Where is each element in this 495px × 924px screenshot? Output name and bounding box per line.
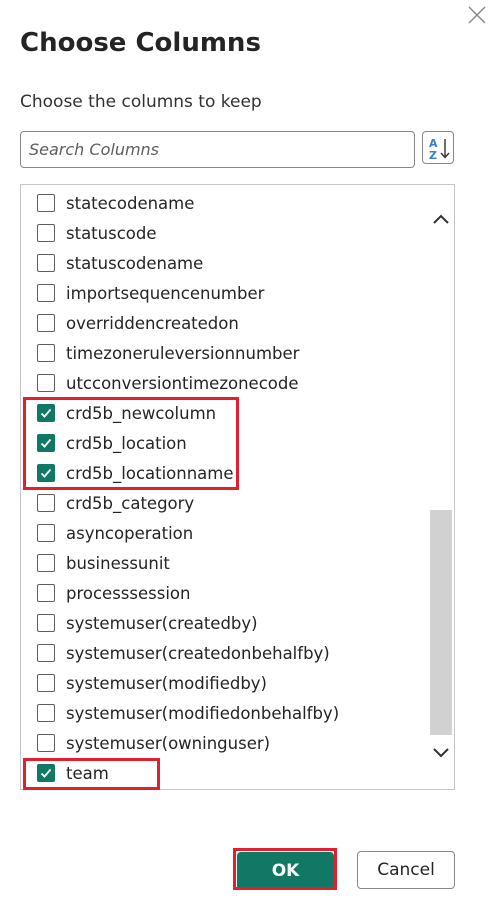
column-checkbox[interactable] <box>37 284 55 302</box>
checkmark-icon <box>40 438 52 448</box>
ok-button[interactable]: OK <box>237 852 334 890</box>
column-checkbox[interactable] <box>37 344 55 362</box>
checkmark-icon <box>40 408 52 418</box>
column-label: systemuser(createdonbehalfby) <box>66 643 330 663</box>
column-label: processsession <box>66 583 191 603</box>
column-checkbox[interactable] <box>37 764 55 782</box>
svg-text:Z: Z <box>429 149 437 162</box>
column-list-item[interactable]: crd5b_newcolumn <box>21 398 426 428</box>
column-label: statuscode <box>66 223 157 243</box>
column-list-item[interactable]: crd5b_location <box>21 428 426 458</box>
column-checkbox[interactable] <box>37 374 55 392</box>
dialog-subtitle: Choose the columns to keep <box>20 92 262 112</box>
column-list-item[interactable]: asyncoperation <box>21 518 426 548</box>
column-list-item[interactable]: crd5b_locationname <box>21 458 426 488</box>
column-list-item[interactable]: team <box>21 758 426 788</box>
column-checkbox[interactable] <box>37 704 55 722</box>
column-checkbox[interactable] <box>37 254 55 272</box>
column-checkbox[interactable] <box>37 614 55 632</box>
column-list-item[interactable]: timezoneruleversionnumber <box>21 338 426 368</box>
column-checkbox[interactable] <box>37 314 55 332</box>
scroll-up-button[interactable] <box>427 205 454 233</box>
column-label: statecodename <box>66 193 195 213</box>
scroll-thumb[interactable] <box>430 510 452 735</box>
column-checkbox[interactable] <box>37 584 55 602</box>
column-checkbox[interactable] <box>37 644 55 662</box>
column-checkbox[interactable] <box>37 434 55 452</box>
column-list-item[interactable]: statuscode <box>21 218 426 248</box>
close-button[interactable] <box>466 4 488 26</box>
column-checkbox[interactable] <box>37 524 55 542</box>
column-list-item[interactable]: systemuser(createdby) <box>21 608 426 638</box>
column-checkbox[interactable] <box>37 674 55 692</box>
column-label: asyncoperation <box>66 523 194 543</box>
columns-list: statecodename statuscode statuscodename imp… <box>21 188 426 788</box>
close-icon <box>468 6 486 24</box>
column-checkbox[interactable] <box>37 494 55 512</box>
list-scrollbar[interactable] <box>427 185 454 789</box>
column-label: systemuser(modifiedby) <box>66 673 267 693</box>
column-list-item[interactable]: statuscodename <box>21 248 426 278</box>
column-list-item[interactable]: processsession <box>21 578 426 608</box>
checkmark-icon <box>40 468 52 478</box>
column-label: systemuser(modifiedonbehalfby) <box>66 703 340 723</box>
column-label: crd5b_location <box>66 433 187 453</box>
column-label: overriddencreatedon <box>66 313 239 333</box>
column-list-item[interactable]: systemuser(owninguser) <box>21 728 426 758</box>
sort-button[interactable]: A Z <box>422 131 454 164</box>
column-label: statuscodename <box>66 253 204 273</box>
chevron-up-icon <box>433 214 449 224</box>
cancel-button[interactable]: Cancel <box>357 851 455 889</box>
sort-az-icon: A Z <box>429 137 450 162</box>
column-label: crd5b_locationname <box>66 463 234 483</box>
column-label: systemuser(createdby) <box>66 613 258 633</box>
column-label: importsequencenumber <box>66 283 265 303</box>
column-list-item[interactable]: systemuser(createdonbehalfby) <box>21 638 426 668</box>
scroll-down-button[interactable] <box>427 739 454 767</box>
column-label: timezoneruleversionnumber <box>66 343 300 363</box>
column-checkbox[interactable] <box>37 404 55 422</box>
column-list-item[interactable]: importsequencenumber <box>21 278 426 308</box>
column-checkbox[interactable] <box>37 554 55 572</box>
column-label: systemuser(owninguser) <box>66 733 271 753</box>
column-list-item[interactable]: systemuser(modifiedonbehalfby) <box>21 698 426 728</box>
column-list-item[interactable]: statecodename <box>21 188 426 218</box>
search-columns-input[interactable] <box>20 131 415 168</box>
column-list-item[interactable]: utcconversiontimezonecode <box>21 368 426 398</box>
column-label: team <box>66 763 109 783</box>
checkmark-icon <box>40 768 52 778</box>
column-list-item[interactable]: systemuser(modifiedby) <box>21 668 426 698</box>
column-checkbox[interactable] <box>37 734 55 752</box>
column-label: utcconversiontimezonecode <box>66 373 299 393</box>
column-checkbox[interactable] <box>37 224 55 242</box>
column-list-item[interactable]: crd5b_category <box>21 488 426 518</box>
column-list-item[interactable]: overriddencreatedon <box>21 308 426 338</box>
column-label: crd5b_category <box>66 493 195 513</box>
column-label: crd5b_newcolumn <box>66 403 217 423</box>
columns-list-box[interactable]: statecodename statuscode statuscodename imp… <box>20 184 455 790</box>
column-checkbox[interactable] <box>37 194 55 212</box>
column-label: businessunit <box>66 553 170 573</box>
chevron-down-icon <box>433 748 449 758</box>
dialog-title: Choose Columns <box>20 28 261 58</box>
column-checkbox[interactable] <box>37 464 55 482</box>
column-list-item[interactable]: businessunit <box>21 548 426 578</box>
